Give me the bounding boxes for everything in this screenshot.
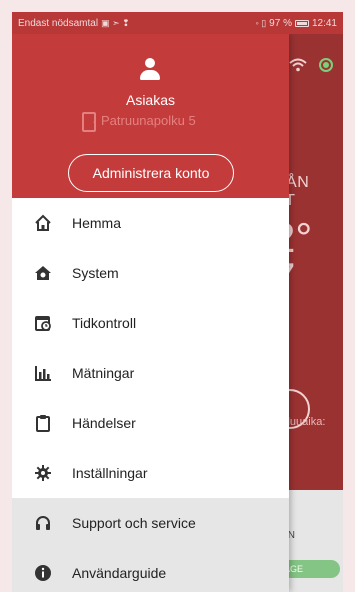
menu-item-tidkontroll[interactable]: Tidkontroll <box>12 298 289 348</box>
menu-item-label: Händelser <box>72 415 136 431</box>
menu-item-label: Inställningar <box>72 465 148 481</box>
notification-icon: ▣ ➣ ❢ <box>101 17 130 28</box>
battery-icon <box>294 19 309 27</box>
navigation-drawer: Asiakas Patruunapolku 5 Administrera kon… <box>12 34 289 592</box>
bar-chart-icon <box>34 364 52 382</box>
app-frame: Endast nödsamtal ▣ ➣ ❢ ◦ ▯ 97 % 12:41 RÅ… <box>12 12 343 592</box>
menu-item-label: Mätningar <box>72 365 135 381</box>
account-name: Asiakas <box>125 92 176 108</box>
menu-item-label: System <box>72 265 119 281</box>
device-row[interactable]: Patruunapolku 5 <box>82 111 196 132</box>
background-header-icons <box>289 58 333 72</box>
info-icon <box>34 564 52 582</box>
phone-icon <box>82 111 97 132</box>
wifi-status-icon: ◦ ▯ <box>255 17 267 28</box>
drawer-header: Asiakas Patruunapolku 5 Administrera kon… <box>12 34 289 198</box>
menu-item-installningar[interactable]: Inställningar <box>12 448 289 498</box>
clipboard-icon <box>34 414 52 432</box>
clock: 12:41 <box>311 17 337 29</box>
menu-item-anvandarguide[interactable]: Användarguide <box>12 548 289 592</box>
administer-account-button[interactable]: Administrera konto <box>68 154 234 192</box>
system-icon <box>34 264 52 282</box>
menu-item-hemma[interactable]: Hemma <box>12 198 289 248</box>
calendar-clock-icon <box>34 314 52 332</box>
user-icon <box>139 58 161 82</box>
gear-icon <box>34 464 52 482</box>
online-status-icon <box>319 58 333 72</box>
status-bar: Endast nödsamtal ▣ ➣ ❢ ◦ ▯ 97 % 12:41 <box>12 12 343 34</box>
device-name: Patruunapolku 5 <box>101 112 196 128</box>
wifi-icon[interactable] <box>289 58 307 72</box>
menu-item-label: Support och service <box>72 515 196 531</box>
menu-item-system[interactable]: System <box>12 248 289 298</box>
menu-item-matningar[interactable]: Mätningar <box>12 348 289 398</box>
headset-icon <box>34 514 52 532</box>
menu-item-label: Användarguide <box>72 565 167 581</box>
drawer-menu: Hemma System Tidkontroll Mätningar Hände… <box>12 198 289 592</box>
home-icon <box>34 214 52 232</box>
menu-item-support[interactable]: Support och service <box>12 498 289 548</box>
menu-item-handelser[interactable]: Händelser <box>12 398 289 448</box>
menu-item-label: Hemma <box>72 215 122 231</box>
status-left-text: Endast nödsamtal <box>18 17 99 29</box>
menu-item-label: Tidkontroll <box>72 315 137 331</box>
battery-percent: 97 % <box>269 17 292 29</box>
